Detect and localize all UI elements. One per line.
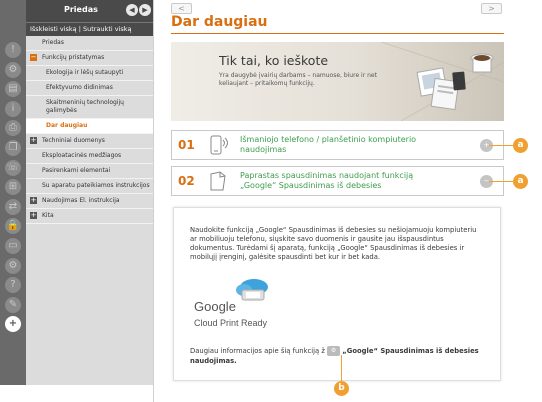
- prev-page-button[interactable]: <: [171, 3, 192, 14]
- sidebar-item[interactable]: + Techniniai duomenys: [26, 134, 153, 149]
- sidebar-title: Priedas: [64, 5, 98, 14]
- sidebar-back-icon[interactable]: ◀: [126, 4, 138, 16]
- sidebar-item[interactable]: + Naudojimas El. instrukcija: [26, 194, 153, 209]
- phone-card-icon: [452, 71, 466, 91]
- sidebar-item-label: Kita: [42, 212, 54, 219]
- info-icon[interactable]: i: [5, 100, 21, 117]
- more-info-prefix: Daugiau informacijos apie šią funkciją ž: [190, 347, 325, 355]
- sidebar-forward-icon[interactable]: ▶: [139, 4, 151, 16]
- document-icon: [210, 171, 226, 191]
- fax-icon[interactable]: ☏: [5, 159, 21, 176]
- more-info-text: Daugiau informacijos apie šią funkciją ž…: [190, 346, 482, 366]
- smartphone-icon: [210, 135, 228, 155]
- next-page-button[interactable]: >: [481, 3, 502, 14]
- monitor-icon[interactable]: ▭: [5, 238, 21, 254]
- help-icon[interactable]: ?: [5, 277, 21, 294]
- sidebar-item-label: Pasirenkami elementai: [42, 167, 111, 174]
- detail-body: Naudokite funkciją „Google“ Spausdinimas…: [190, 226, 477, 261]
- cloud-print-icon: [236, 279, 268, 301]
- sidebar: Priedas ◀ ▶ Išskleisti viską | Sutraukti…: [26, 0, 153, 385]
- sidebar-item-label: Efektyvumo didinimas: [46, 84, 113, 91]
- feature-item-google-cloud-print[interactable]: 02 Paprastas spausdinimas naudojant funk…: [171, 166, 504, 196]
- sidebar-item[interactable]: − Funkcijų pristatymas: [26, 51, 153, 66]
- sidebar-item[interactable]: Su aparatu pateikiamos instrukcijos: [26, 179, 153, 194]
- feature-detail-panel: Naudokite funkciją „Google“ Spausdinimas…: [173, 207, 501, 381]
- hero-banner: Tik tai, ko ieškote Yra daugybė įvairių …: [171, 42, 504, 121]
- feature-text: Išmaniojo telefono / planšetinio kompiut…: [240, 135, 417, 154]
- main-content: < > Dar daugiau Tik tai, ko ieškote Yra …: [153, 0, 542, 402]
- callout-badge-a: a: [513, 138, 528, 153]
- feature-number: 01: [178, 138, 195, 152]
- pane-divider: [153, 0, 154, 402]
- warning-icon[interactable]: !: [5, 42, 21, 58]
- sidebar-item-label: Naudojimas El. instrukcija: [42, 197, 120, 204]
- callout-line: [341, 355, 342, 381]
- sidebar-item[interactable]: Skaitmeninių technologijų galimybės: [26, 96, 153, 119]
- wrench-icon[interactable]: ✎: [5, 296, 21, 313]
- sidebar-tree: Priedas − Funkcijų pristatymas Ekologija ir…: [26, 36, 153, 224]
- sidebar-item-label: Su aparatu pateikiamos instrukcijos: [42, 182, 150, 189]
- sidebar-item[interactable]: Eksploatacinės medžiagos: [26, 149, 153, 164]
- google-wordmark: Google: [194, 299, 236, 314]
- banner-title: Tik tai, ko ieškote: [219, 53, 329, 68]
- callout-badge-a: a: [513, 174, 528, 189]
- sidebar-item[interactable]: + Kita: [26, 209, 153, 224]
- sidebar-item[interactable]: Dar daugiau: [26, 119, 153, 134]
- lock-icon[interactable]: 🔒: [5, 218, 21, 235]
- sidebar-item-label: Techniniai duomenys: [42, 137, 105, 144]
- sidebar-item-label: Funkcijų pristatymas: [42, 54, 105, 61]
- expand-icon[interactable]: +: [30, 197, 37, 204]
- sidebar-item-label: Ekologija ir lėšų sutaupyti: [46, 69, 124, 76]
- feature-text: Paprastas spausdinimas naudojant funkcij…: [240, 171, 414, 190]
- sidebar-item[interactable]: Pasirenkami elementai: [26, 164, 153, 179]
- google-cloud-print-logo: Google Cloud Print Ready: [194, 278, 284, 336]
- link-gear-icon[interactable]: ⚙: [327, 346, 341, 356]
- callout-line: [489, 145, 513, 146]
- copy-icon[interactable]: ❐: [5, 140, 21, 156]
- cloud-print-ready-label: Cloud Print Ready: [194, 318, 268, 328]
- feature-number: 02: [178, 174, 195, 188]
- feature-item-smartphone[interactable]: 01 Išmaniojo telefono / planšetinio komp…: [171, 130, 504, 160]
- title-underline: [171, 33, 504, 34]
- printer-icon[interactable]: ⎙: [5, 120, 21, 137]
- scan-icon[interactable]: ⊞: [5, 179, 21, 196]
- banner-text: Yra daugybė įvairių darbams – namuose, b…: [219, 72, 377, 87]
- sidebar-item[interactable]: Efektyvumo didinimas: [26, 81, 153, 96]
- expand-icon[interactable]: +: [30, 212, 37, 219]
- sidebar-item[interactable]: Ekologija ir lėšų sutaupyti: [26, 66, 153, 81]
- collapse-icon[interactable]: −: [30, 54, 37, 61]
- sidebar-item-label: Priedas: [42, 39, 64, 46]
- sidebar-item[interactable]: Priedas: [26, 36, 153, 51]
- sidebar-item-label: Dar daugiau: [46, 122, 88, 129]
- settings-icon[interactable]: ⚙: [5, 61, 21, 78]
- gear-icon[interactable]: ⚙: [5, 257, 21, 274]
- page-title: Dar daugiau: [171, 14, 268, 30]
- paper-icon[interactable]: ▤: [5, 81, 21, 98]
- expand-icon[interactable]: +: [30, 137, 37, 144]
- expand-collapse-all[interactable]: Išskleisti viską | Sutraukti viską: [26, 22, 153, 36]
- sidebar-header: Priedas ◀ ▶: [26, 0, 153, 22]
- sidebar-item-label: Skaitmeninių technologijų galimybės: [46, 99, 124, 114]
- network-icon[interactable]: ⇄: [5, 198, 21, 215]
- callout-line: [489, 181, 513, 182]
- sidebar-item-label: Eksploatacinės medžiagos: [42, 152, 122, 159]
- icon-strip: ! ⚙ ▤ i ⎙ ❐ ☏ ⊞ ⇄ 🔒 ▭ ⚙? ✎ +: [0, 0, 26, 385]
- sidebar-footer: [0, 385, 153, 402]
- plus-icon[interactable]: +: [5, 316, 21, 333]
- callout-badge-b: b: [334, 381, 349, 396]
